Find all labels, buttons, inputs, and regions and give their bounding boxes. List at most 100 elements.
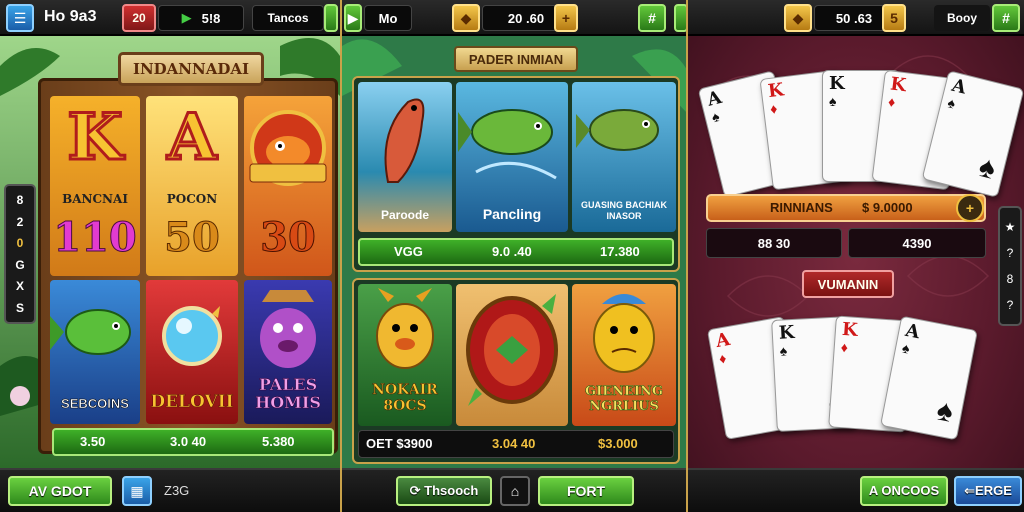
side-item-2[interactable]: ? — [1007, 246, 1014, 260]
back-button[interactable]: ⇐ERGE — [954, 476, 1022, 506]
bet-value-3: 5.380 — [262, 434, 295, 449]
side-menu-item-2[interactable]: 2 — [17, 215, 24, 229]
play-button-3[interactable]: A ONCOOS — [860, 476, 948, 506]
fish-tile-3[interactable]: GUASING BACHIAK INASOR — [572, 82, 676, 232]
orb-tile-label: DELOVII — [150, 392, 234, 413]
mode-label-3[interactable]: Booy — [934, 5, 990, 31]
title-banner: INDANNADAI — [118, 52, 264, 86]
coin-badge-3[interactable]: 5 — [882, 4, 906, 32]
card-rank: K — [889, 73, 908, 97]
card-rank: K — [829, 73, 845, 94]
reel-2-value: 50 — [164, 214, 221, 262]
green-fish-icon — [50, 309, 131, 355]
card-suit-icon: ♦ — [769, 100, 779, 118]
grid-icon[interactable]: # — [638, 4, 666, 32]
stake-label: Z3G — [164, 483, 190, 498]
side-menu-item-6[interactable]: S — [16, 301, 24, 315]
table-label: VUMANIN — [802, 270, 894, 298]
card-rank: K — [841, 318, 859, 341]
balance-value: 5!8 — [201, 10, 221, 26]
reel-2-tile[interactable]: A POCON 50 — [146, 96, 238, 276]
side-menu-item-5[interactable]: X — [16, 279, 24, 293]
play-button[interactable]: AV GDOT — [8, 476, 112, 506]
card-rank: K — [778, 321, 796, 344]
payout-1-c: 17.380 — [600, 244, 640, 259]
reel-1-tile[interactable]: K BANCNAI 110 — [50, 96, 140, 276]
game-screen: ☰ Ho 9a3 20 ▶ 5!8 Tancos INDANNADAI K BA… — [0, 0, 1024, 512]
balance-badge: 20 — [122, 4, 156, 32]
card-suit-icon: ♦ — [840, 338, 849, 356]
card-rank: A — [705, 86, 724, 111]
monster-tile-label: PALES HOMIS — [255, 375, 321, 412]
golden-creature-icon — [376, 288, 434, 369]
fish-tile-2[interactable]: Pancling — [456, 82, 568, 232]
green-edge-button[interactable] — [324, 4, 338, 32]
payout-1-b: 9.0 .40 — [492, 244, 532, 259]
reel-2-name: POCON — [166, 192, 218, 206]
tab-tancos[interactable]: Tancos — [252, 5, 324, 31]
bonus-tile-1[interactable]: NOKAIR 8OCS — [358, 284, 452, 426]
monster-tile[interactable]: PALES HOMIS — [244, 280, 332, 424]
fish-tile-2-label: Pancling — [482, 206, 542, 222]
bonus-tile-3[interactable]: GIENEING NGRLIUS — [572, 284, 676, 426]
card-suit-icon: ♠ — [829, 93, 837, 109]
payout-2-b: 3.04 40 — [492, 436, 536, 451]
bet-value-1: 3.50 — [80, 434, 106, 449]
top-bar: ☰ Ho 9a3 20 ▶ 5!8 Tancos — [0, 0, 340, 36]
coin-icon-3: ◆ — [784, 4, 812, 32]
star-icon[interactable]: ★ — [1005, 220, 1016, 234]
app-title: Ho 9a3 — [44, 8, 97, 25]
bet-value-2: 3.0 40 — [170, 434, 207, 449]
fish-medallion-icon — [466, 294, 558, 406]
touch-button[interactable]: ⟳ Thsooch — [396, 476, 492, 506]
top-bar-3: ◆ 50 .63 5 Booy # — [688, 0, 1024, 36]
side-menu-item-4[interactable]: G — [15, 258, 24, 272]
side-item-4[interactable]: ? — [1007, 298, 1014, 312]
card-suit-icon: ♠ — [900, 339, 912, 357]
coin-add-icon[interactable]: + — [554, 4, 578, 32]
stat-2: 4390 — [848, 228, 986, 258]
jackpot-bar — [706, 194, 986, 222]
green-edge-button-2[interactable] — [674, 4, 686, 32]
reel-1-letter: K — [66, 99, 125, 177]
card-pip-icon: ♠ — [934, 393, 956, 429]
card-suit-icon: ♠ — [709, 107, 722, 126]
calculator-icon[interactable]: ▦ — [122, 476, 152, 506]
card-suit-icon: ♠ — [946, 94, 958, 112]
slot-panel: ☰ Ho 9a3 20 ▶ 5!8 Tancos INDANNADAI K BA… — [0, 0, 340, 512]
reel-3-value: 30 — [260, 214, 317, 262]
fishing-title-banner: PADER INMIAN — [454, 46, 578, 72]
side-menu-item-3[interactable]: 0 — [17, 236, 24, 250]
back-arrow-icon: ⇐ — [964, 483, 976, 498]
fish-tile-1[interactable]: Paroode — [358, 82, 452, 232]
side-menu-item-1[interactable]: 8 — [17, 193, 24, 207]
menu-icon[interactable]: ☰ — [6, 4, 34, 32]
payout-2-a: OET $3900 — [366, 436, 433, 451]
coin-add-icon-3[interactable]: + — [956, 194, 984, 222]
card-panel: ◆ 50 .63 5 Booy # A♠♠K♦♦K♠♠K♦♦A♠♠ RINNIA… — [688, 0, 1024, 512]
yellow-fish-icon — [593, 294, 655, 373]
card-pip-icon: ♠ — [975, 150, 999, 186]
fish-mascot-icon — [249, 110, 327, 186]
side-menu-3: ★ ? 8 ? — [998, 206, 1022, 326]
bonus-tile-1-label: NOKAIR 8OCS — [372, 382, 438, 415]
mode-label[interactable]: Mo — [364, 5, 412, 31]
balance-display: ▶ 5!8 — [158, 5, 244, 31]
reel-3-tile[interactable]: 30 — [244, 96, 332, 276]
bass-icon — [576, 109, 659, 151]
bonus-tile-2[interactable] — [456, 284, 568, 426]
purple-monster-icon — [260, 290, 316, 368]
orb-tile[interactable]: DELOVII — [146, 280, 238, 424]
fish-tile[interactable]: SEBCOINS — [50, 280, 140, 424]
reel-1-name: BANCNAI — [62, 192, 128, 206]
grid-icon-3[interactable]: # — [992, 4, 1020, 32]
play-icon[interactable]: ▶ — [344, 4, 362, 32]
back-button-label: ERGE — [975, 483, 1012, 498]
trout-icon — [458, 109, 557, 180]
stat-1: 88 30 — [706, 228, 842, 258]
jumping-salmon-icon — [384, 98, 425, 183]
card-rank: K — [766, 79, 785, 103]
side-item-3[interactable]: 8 — [1007, 272, 1014, 286]
home-icon[interactable]: ⌂ — [500, 476, 530, 506]
fort-button[interactable]: FORT — [538, 476, 634, 506]
